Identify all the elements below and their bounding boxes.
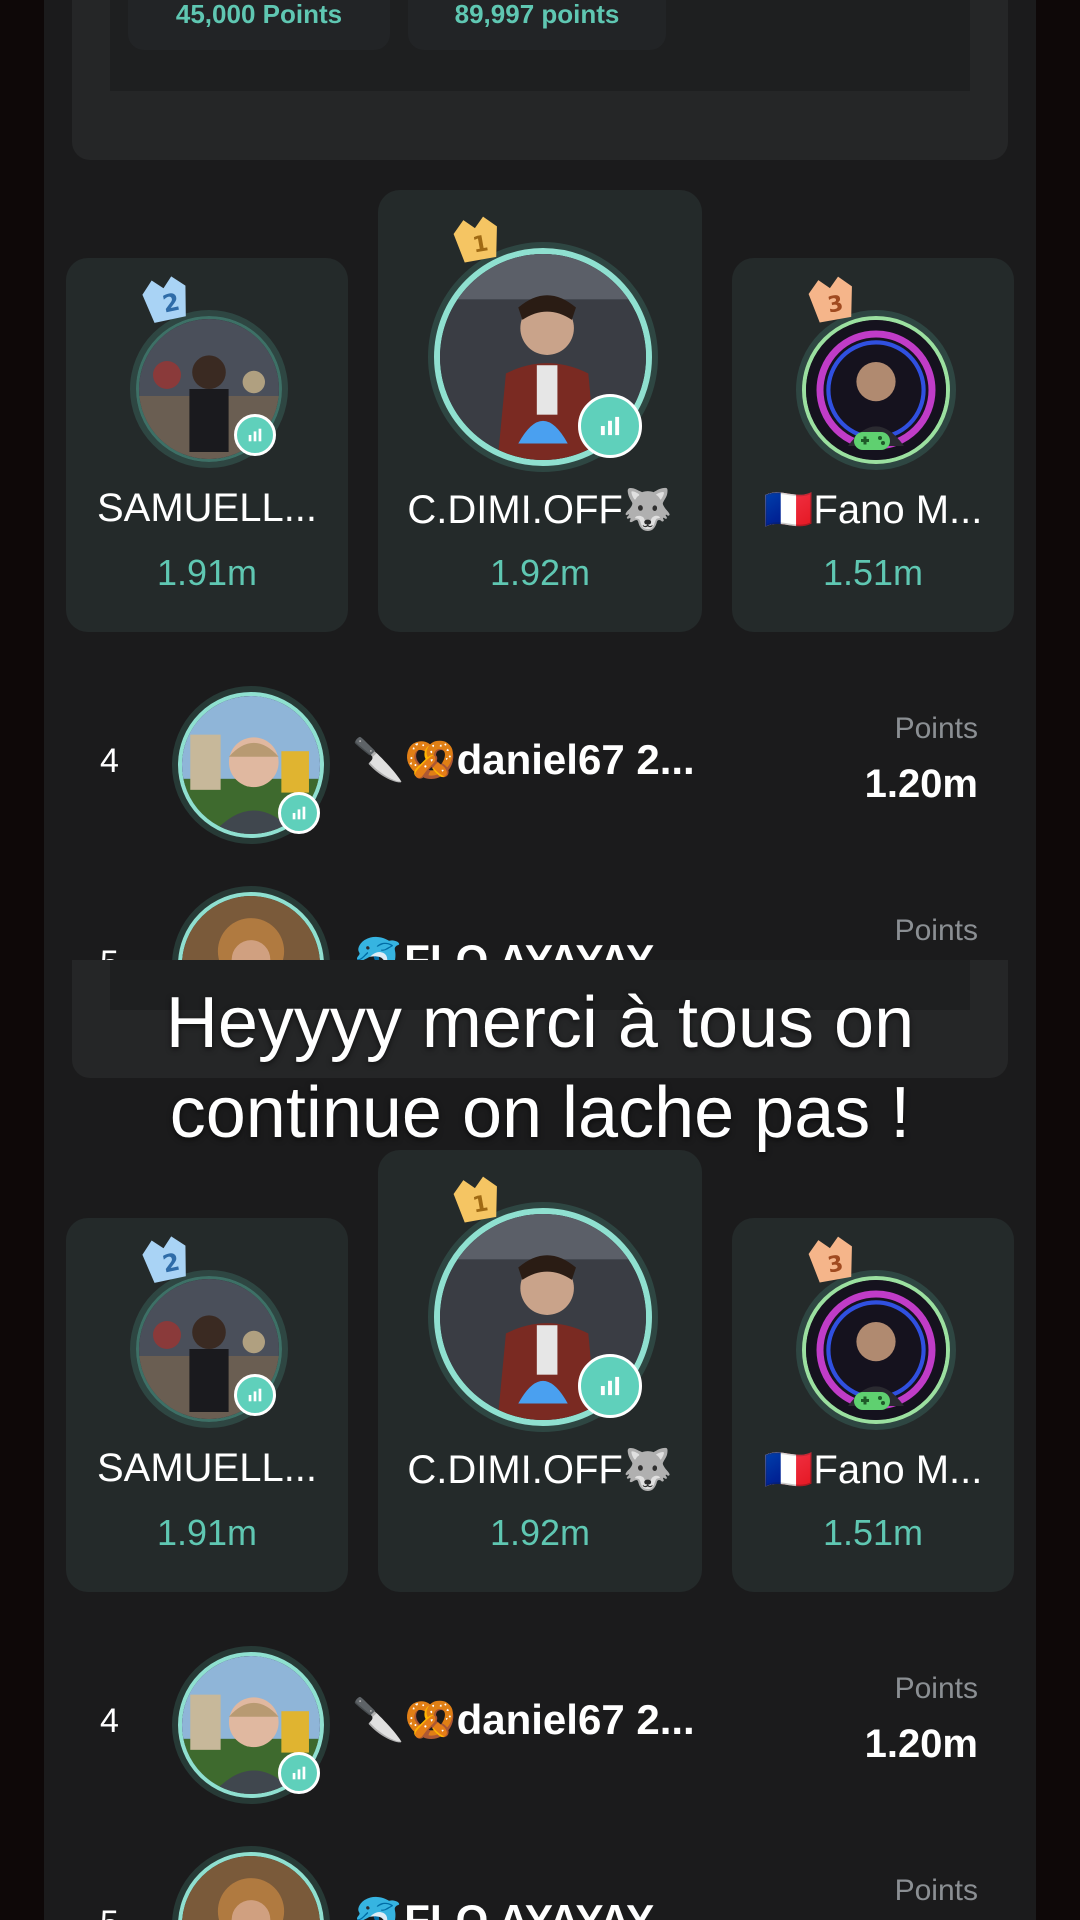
list-name: 🔪🥨daniel67 2... bbox=[352, 736, 695, 783]
list-points-value: 1.20m bbox=[864, 762, 978, 806]
leaderboard-panel-top: 45,000 Points 89,997 points 2 SAMUELL...… bbox=[0, 0, 1080, 960]
list-name: 🐬FLO AYAYAY bbox=[352, 936, 655, 960]
caption-line-1: Heyyyy merci à tous on bbox=[165, 983, 915, 1063]
podium-score-rank-1: 1.92m bbox=[489, 552, 591, 593]
rank-3-crown-icon: 3 bbox=[804, 274, 860, 326]
stats-badge-icon bbox=[578, 394, 642, 458]
podium-name-rank-1: C.DIMI.OFF🐺 bbox=[407, 1448, 673, 1492]
rank-2-crown-icon: 2 bbox=[138, 274, 194, 326]
rank-1-crown-icon: 1 bbox=[448, 1174, 506, 1226]
list-points-label: Points bbox=[894, 1672, 978, 1705]
podium-name-rank-3: 🇫🇷Fano M... bbox=[763, 488, 983, 532]
podium-card-rank-3[interactable]: 3 🇫🇷Fano M... 1.51m bbox=[732, 258, 1014, 632]
list-points-value: 1.20m bbox=[864, 1722, 978, 1766]
podium-name-rank-2: SAMUELL... bbox=[96, 486, 318, 530]
podium-score-rank-3: 1.51m bbox=[822, 1512, 924, 1553]
stats-badge-icon bbox=[234, 414, 276, 456]
list-name: 🔪🥨daniel67 2... bbox=[352, 1696, 695, 1743]
gamepad-icon bbox=[852, 428, 892, 454]
list-rank: 4 bbox=[100, 1702, 119, 1740]
podium-name-rank-3: 🇫🇷Fano M... bbox=[763, 1448, 983, 1492]
points-pill-right-text: 89,997 points bbox=[454, 0, 620, 29]
video-caption: Heyyyy merci à tous on continue on lache… bbox=[0, 978, 1080, 1158]
rank-1-crown-icon: 1 bbox=[448, 214, 506, 266]
podium-card-rank-1[interactable]: 1 C.DIMI.OFF🐺 1.92m bbox=[378, 1150, 702, 1592]
list-name: 🐬FLO AYAYAY bbox=[352, 1896, 655, 1920]
stats-badge-icon bbox=[234, 1374, 276, 1416]
podium-card-rank-3[interactable]: 3 🇫🇷Fano M... 1.51m bbox=[732, 1218, 1014, 1592]
stats-badge-icon bbox=[578, 1354, 642, 1418]
list-points-label: Points bbox=[894, 1874, 978, 1907]
podium-score-rank-2: 1.91m bbox=[156, 552, 258, 593]
stats-badge-icon bbox=[278, 1752, 320, 1794]
podium-card-rank-2[interactable]: 2 SAMUELL... 1.91m bbox=[66, 1218, 348, 1592]
rank-3-crown-icon: 3 bbox=[804, 1234, 860, 1286]
podium-name-rank-1: C.DIMI.OFF🐺 bbox=[407, 488, 673, 532]
podium-name-rank-2: SAMUELL... bbox=[96, 1446, 318, 1490]
podium-score-rank-2: 1.91m bbox=[156, 1512, 258, 1553]
list-points-label: Points bbox=[894, 712, 978, 745]
stats-badge-icon bbox=[278, 792, 320, 834]
points-pill-left-text: 45,000 Points bbox=[175, 0, 343, 29]
rank-2-crown-icon: 2 bbox=[138, 1234, 194, 1286]
list-rank: 5 bbox=[100, 1904, 119, 1920]
podium-score-rank-3: 1.51m bbox=[822, 552, 924, 593]
list-rank: 5 bbox=[100, 944, 119, 960]
points-pill-right: 89,997 points bbox=[408, 0, 666, 50]
podium-card-rank-2[interactable]: 2 SAMUELL... 1.91m bbox=[66, 258, 348, 632]
gamepad-icon bbox=[852, 1388, 892, 1414]
caption-line-2: continue on lache pas ! bbox=[169, 1073, 911, 1153]
list-points-label: Points bbox=[894, 914, 978, 947]
podium-score-rank-1: 1.92m bbox=[489, 1512, 591, 1553]
podium-card-rank-1[interactable]: 1 C.DIMI.OFF🐺 1.92m bbox=[378, 190, 702, 632]
list-rank: 4 bbox=[100, 742, 119, 780]
points-pill-left: 45,000 Points bbox=[128, 0, 390, 50]
